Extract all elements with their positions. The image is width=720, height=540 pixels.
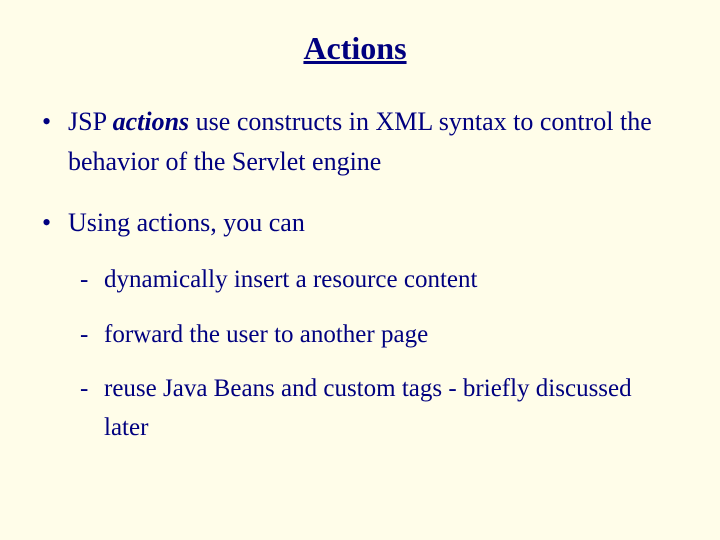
bullet-list: JSP actions use constructs in XML syntax… bbox=[30, 102, 680, 448]
bullet-text-prefix: JSP bbox=[68, 107, 113, 136]
sub-bullet-item: reuse Java Beans and custom tags - brief… bbox=[80, 370, 680, 448]
bullet-item: Using actions, you can dynamically inser… bbox=[42, 203, 680, 448]
sub-bullet-list: dynamically insert a resource content fo… bbox=[68, 261, 680, 448]
bullet-text: Using actions, you can bbox=[68, 208, 305, 237]
bullet-item: JSP actions use constructs in XML syntax… bbox=[42, 102, 680, 183]
sub-bullet-item: forward the user to another page bbox=[80, 316, 680, 355]
bullet-text-emph: actions bbox=[113, 107, 190, 136]
slide-title: Actions bbox=[30, 30, 680, 67]
slide: Actions JSP actions use constructs in XM… bbox=[0, 0, 720, 540]
sub-bullet-item: dynamically insert a resource content bbox=[80, 261, 680, 300]
